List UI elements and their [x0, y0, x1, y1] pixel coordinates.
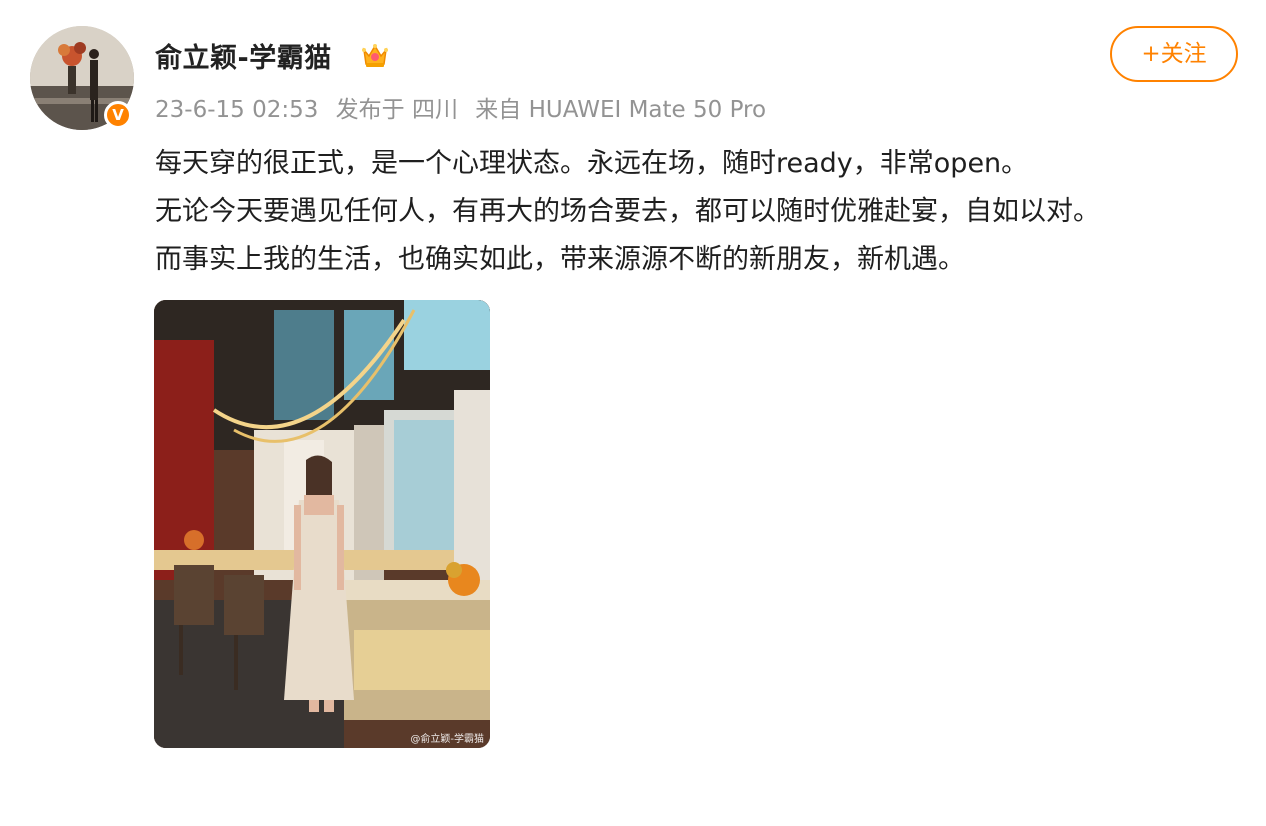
- post-text-line: 无论今天要遇见任何人，有再大的场合要去，都可以随时优雅赴宴，自如以对。: [155, 196, 1100, 227]
- crown-icon: [360, 40, 390, 70]
- post-text-line: 每天穿的很正式，是一个心理状态。永远在场，随时ready，非常open。: [155, 148, 1029, 179]
- verified-v-icon: V: [104, 101, 132, 129]
- author-name[interactable]: 俞立颖-学霸猫: [155, 36, 332, 75]
- post-text-line: 而事实上我的生活，也确实如此，带来源源不断的新朋友，新机遇。: [155, 244, 965, 275]
- image-watermark: @俞立颖-学霸猫: [410, 734, 484, 745]
- post-source: 来自 HUAWEI Mate 50 Pro: [475, 97, 767, 123]
- post-content: 每天穿的很正式，是一个心理状态。永远在场，随时ready，非常open。 无论今…: [155, 140, 1245, 284]
- follow-button[interactable]: +关注: [1110, 26, 1238, 82]
- post-location: 发布于 四川: [335, 97, 458, 123]
- post-meta: 23-6-15 02:53 发布于 四川 来自 HUAWEI Mate 50 P…: [155, 90, 776, 124]
- post-image[interactable]: @俞立颖-学霸猫: [154, 300, 490, 748]
- weibo-post: V 俞立颖-学霸猫 23-6-15 02:53 发布于 四川 来自 HUAWEI…: [0, 0, 1266, 826]
- post-time[interactable]: 23-6-15 02:53: [155, 97, 318, 123]
